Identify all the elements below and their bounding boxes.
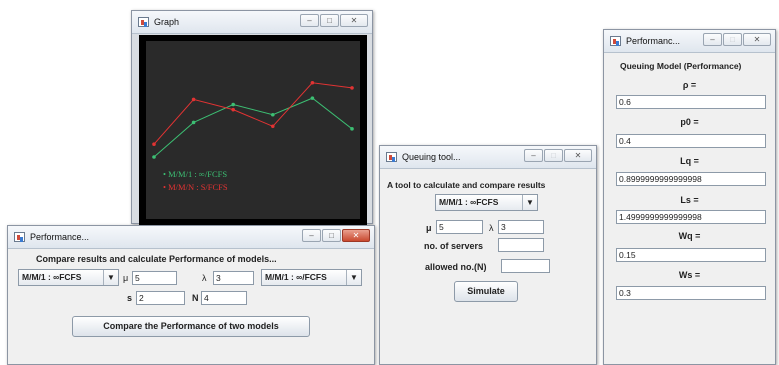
graph-plot-area: • M/M/1 : ∞/FCFS • M/M/N : S/FCFS	[139, 35, 367, 225]
allowed-input[interactable]	[501, 259, 550, 273]
lq-value[interactable]: 0.8999999999999998	[616, 172, 766, 186]
data-point	[191, 120, 196, 125]
n-input[interactable]: 4	[201, 291, 247, 305]
graph-canvas: • M/M/1 : ∞/FCFS • M/M/N : S/FCFS	[146, 41, 360, 219]
data-point	[350, 86, 354, 90]
legend-mm1-label: M/M/1 : ∞/FCFS	[168, 169, 228, 179]
minimize-icon[interactable]: –	[524, 149, 543, 162]
series-line-2	[153, 82, 353, 145]
lambda-input[interactable]: 3	[498, 220, 544, 234]
rho-value[interactable]: 0.6	[616, 95, 766, 109]
performance-model-window: Performanc... – □ ✕ Queuing Model (Perfo…	[603, 29, 776, 365]
data-point	[310, 80, 315, 85]
p0-label: p0 =	[680, 117, 699, 127]
mu-input[interactable]: 5	[132, 271, 177, 285]
wq-value[interactable]: 0.15	[616, 248, 766, 262]
minimize-icon[interactable]: –	[300, 14, 319, 27]
queuing-tool-titlebar[interactable]: Queuing tool... – □ ✕	[380, 146, 596, 169]
java-app-icon	[14, 232, 25, 242]
minimize-icon[interactable]: –	[703, 33, 722, 46]
queuing-tool-heading: A tool to calculate and compare results	[387, 180, 546, 190]
ws-value[interactable]: 0.3	[616, 286, 766, 300]
model1-select[interactable]: M/M/1 : ∞FCFS ▼	[18, 269, 119, 286]
ws-label: Ws =	[678, 270, 701, 280]
lambda-label: λ	[202, 273, 207, 283]
data-point	[191, 97, 196, 102]
maximize-icon[interactable]: □	[320, 14, 339, 27]
performance-compare-window: Performance... – □ ✕ Compare results and…	[7, 225, 375, 365]
model2-select-value: M/M/1 : ∞/FCFS	[265, 272, 327, 282]
performance-model-title: Performanc...	[626, 36, 681, 46]
data-point	[350, 127, 354, 131]
java-app-icon	[610, 36, 621, 46]
close-icon[interactable]: ✕	[340, 14, 368, 27]
ls-label: Ls =	[680, 195, 699, 205]
rho-label: ρ =	[682, 80, 697, 90]
compare-heading: Compare results and calculate Performanc…	[36, 254, 277, 264]
mu-label: μ	[123, 273, 129, 283]
n-label: N	[192, 293, 199, 303]
s-input[interactable]: 2	[136, 291, 185, 305]
lambda-input[interactable]: 3	[213, 271, 254, 285]
model2-select[interactable]: M/M/1 : ∞/FCFS ▼	[261, 269, 362, 286]
wq-label: Wq =	[678, 231, 701, 241]
line-chart	[152, 80, 354, 159]
legend-mm1: • M/M/1 : ∞/FCFS	[163, 169, 228, 179]
graph-titlebar[interactable]: Graph – □ ✕	[132, 11, 372, 34]
s-label: s	[127, 293, 133, 303]
chevron-down-icon[interactable]: ▼	[346, 270, 361, 285]
data-point	[152, 142, 156, 146]
data-point	[231, 107, 235, 112]
performance-compare-title: Performance...	[30, 232, 90, 242]
close-icon[interactable]: ✕	[743, 33, 771, 46]
data-point	[271, 112, 275, 117]
queuing-tool-window: Queuing tool... – □ ✕ A tool to calculat…	[379, 145, 597, 365]
maximize-icon[interactable]: □	[544, 149, 563, 162]
graph-window: Graph – □ ✕ • M/M/1 : ∞/FCFS • M/M/N : S…	[131, 10, 373, 225]
model1-select-value: M/M/1 : ∞FCFS	[22, 272, 82, 282]
chevron-down-icon[interactable]: ▼	[522, 195, 537, 210]
close-icon[interactable]: ✕	[342, 229, 370, 242]
servers-label: no. of servers	[424, 241, 484, 251]
java-app-icon	[386, 152, 397, 162]
p0-value[interactable]: 0.4	[616, 134, 766, 148]
close-icon[interactable]: ✕	[564, 149, 592, 162]
performance-model-titlebar[interactable]: Performanc... – □ ✕	[604, 30, 775, 53]
ls-value[interactable]: 1.4999999999999998	[616, 210, 766, 224]
data-point	[231, 102, 235, 107]
maximize-icon[interactable]: □	[723, 33, 742, 46]
legend-mmn-label: M/M/N : S/FCFS	[168, 182, 228, 192]
data-point	[152, 155, 156, 159]
lq-label: Lq =	[680, 156, 699, 166]
model-select[interactable]: M/M/1 : ∞FCFS ▼	[435, 194, 538, 211]
queuing-tool-title: Queuing tool...	[402, 152, 461, 162]
chevron-down-icon[interactable]: ▼	[103, 270, 118, 285]
java-app-icon	[138, 17, 149, 27]
data-point	[271, 124, 275, 129]
performance-compare-titlebar[interactable]: Performance... – □ ✕	[8, 226, 374, 249]
servers-input[interactable]	[498, 238, 544, 252]
minimize-icon[interactable]: –	[302, 229, 321, 242]
model-select-value: M/M/1 : ∞FCFS	[439, 197, 499, 207]
data-point	[310, 96, 315, 100]
simulate-button[interactable]: Simulate	[454, 281, 518, 302]
legend-mmn: • M/M/N : S/FCFS	[163, 182, 228, 192]
series-line-1	[153, 97, 353, 158]
compare-models-button[interactable]: Compare the Performance of two models	[72, 316, 310, 337]
mu-input[interactable]: 5	[436, 220, 483, 234]
allowed-label: allowed no.(N)	[425, 262, 487, 272]
performance-model-heading: Queuing Model (Performance)	[620, 61, 742, 71]
mu-label: μ	[426, 223, 432, 233]
lambda-label: λ	[489, 223, 494, 233]
graph-window-title: Graph	[154, 17, 180, 27]
maximize-icon[interactable]: □	[322, 229, 341, 242]
